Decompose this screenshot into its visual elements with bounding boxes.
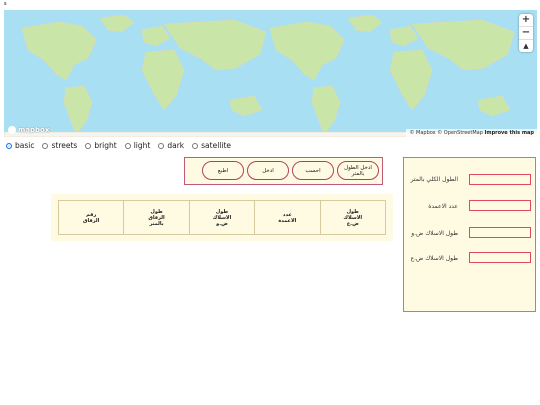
header-street-number: رقم الزقاق <box>57 200 125 235</box>
radio-basic[interactable] <box>6 142 12 149</box>
corner-mark: s <box>4 1 7 7</box>
style-option-basic[interactable]: basic <box>6 141 34 150</box>
hv-wires-label: طول الاسلاك ض.ع <box>410 255 458 262</box>
actions-panel: ادخل الطول بالمتر احسب ادخل اطبع <box>184 157 383 185</box>
print-button[interactable]: اطبع <box>202 161 244 180</box>
style-option-light[interactable]: light <box>124 141 150 150</box>
results-table-container: رقم الزقاق طول الزقاق بالمتر طول الاسلاك… <box>51 194 393 241</box>
input-panel: الطول الكلي بالمتر عدد الاعمدة طول الاسل… <box>403 157 536 312</box>
mapbox-logo[interactable]: mapbox <box>8 126 49 134</box>
radio-streets[interactable] <box>42 142 49 149</box>
radio-bright[interactable] <box>85 142 92 149</box>
style-option-streets[interactable]: streets <box>42 141 77 150</box>
poles-count-input[interactable] <box>469 200 531 211</box>
mv-wires-input[interactable] <box>469 227 531 238</box>
calculate-button[interactable]: احسب <box>292 161 334 180</box>
style-option-dark[interactable]: dark <box>158 141 184 150</box>
hv-wires-input[interactable] <box>469 252 531 263</box>
map-style-selector: basic streets bright light dark satellit… <box>6 141 231 150</box>
header-poles-count: عدد الاعمدة <box>254 200 321 235</box>
compass-button[interactable]: ▲ <box>519 40 533 52</box>
results-table: رقم الزقاق طول الزقاق بالمتر طول الاسلاك… <box>57 200 387 235</box>
attribution-link[interactable]: © Mapbox © OpenStreetMap <box>409 130 482 136</box>
header-street-length: طول الزقاق بالمتر <box>123 200 190 235</box>
header-mv-wires: طول الاسلاك ض.و <box>188 200 256 235</box>
style-option-bright[interactable]: bright <box>85 141 117 150</box>
mv-wires-label: طول الاسلاك ض.و <box>411 230 458 237</box>
style-option-satellite[interactable]: satellite <box>192 141 231 150</box>
header-hv-wires: طول الاسلاك ض.ع <box>319 200 387 235</box>
radio-dark[interactable] <box>158 142 165 149</box>
poles-count-label: عدد الاعمدة <box>428 203 458 210</box>
improve-map-link[interactable]: Improve this map <box>485 130 535 136</box>
enter-button[interactable]: ادخل <box>247 161 289 180</box>
map-view[interactable]: + − ▲ mapbox © Mapbox © OpenStreetMap Im… <box>4 10 537 137</box>
mapbox-logo-icon <box>8 126 16 134</box>
enter-length-button[interactable]: ادخل الطول بالمتر <box>337 161 379 180</box>
world-map-tiles <box>4 14 537 137</box>
zoom-in-button[interactable]: + <box>519 14 533 27</box>
zoom-controls: + − ▲ <box>519 14 533 52</box>
map-attribution: © Mapbox © OpenStreetMap Improve this ma… <box>406 129 537 137</box>
radio-satellite[interactable] <box>192 142 199 149</box>
zoom-out-button[interactable]: − <box>519 27 533 40</box>
total-length-input[interactable] <box>469 174 531 185</box>
table-header-row: رقم الزقاق طول الزقاق بالمتر طول الاسلاك… <box>57 200 387 235</box>
radio-light[interactable] <box>124 142 131 149</box>
total-length-label: الطول الكلي بالمتر <box>410 176 458 183</box>
